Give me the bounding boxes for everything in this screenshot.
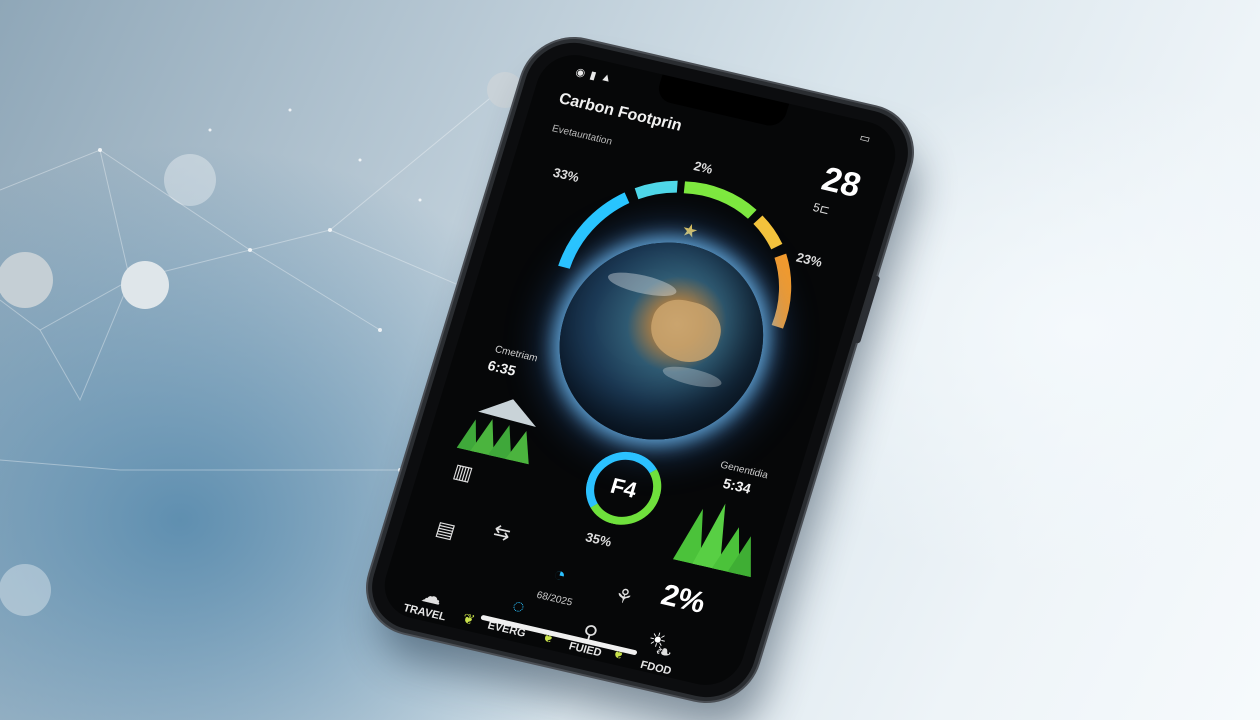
progress-ring: F4 <box>576 444 671 533</box>
plant-icon: ⚘ <box>611 584 636 610</box>
gauge-segment-orange <box>771 253 792 329</box>
energy-icon[interactable]: ◌ <box>509 595 528 620</box>
right-stat-value: 5:34 <box>721 474 754 497</box>
left-stat-value: 6:35 <box>485 357 518 379</box>
lock-icon: ▲ <box>599 70 614 85</box>
forest-icon <box>672 503 751 578</box>
industry-icon: ▤ <box>432 517 458 544</box>
factory-icon: ▥ <box>450 460 476 486</box>
gauge-small-icon: ◔ <box>550 563 569 588</box>
battery-icon: ▭ <box>858 131 872 146</box>
gauge-segment-green <box>683 181 757 219</box>
ring-pct: 35% <box>583 529 614 550</box>
mountain-forest-icon <box>456 399 536 465</box>
transport-icon: ⇆ <box>490 520 514 546</box>
ring-value: F4 <box>607 473 640 503</box>
savings-pct: 2% <box>657 578 710 620</box>
gauge-segment-yellow <box>753 215 783 250</box>
leaf-icon: ❦ <box>460 609 477 628</box>
status-bar-left: ◉ ▮ ▲ <box>574 65 613 86</box>
gauge-segment-cyan <box>634 180 678 200</box>
battery-icon: ▮ <box>588 69 598 83</box>
date-label: 68/2025 <box>535 589 574 609</box>
star-icon: ★ <box>679 219 701 242</box>
camera-icon: ◉ <box>573 66 587 80</box>
